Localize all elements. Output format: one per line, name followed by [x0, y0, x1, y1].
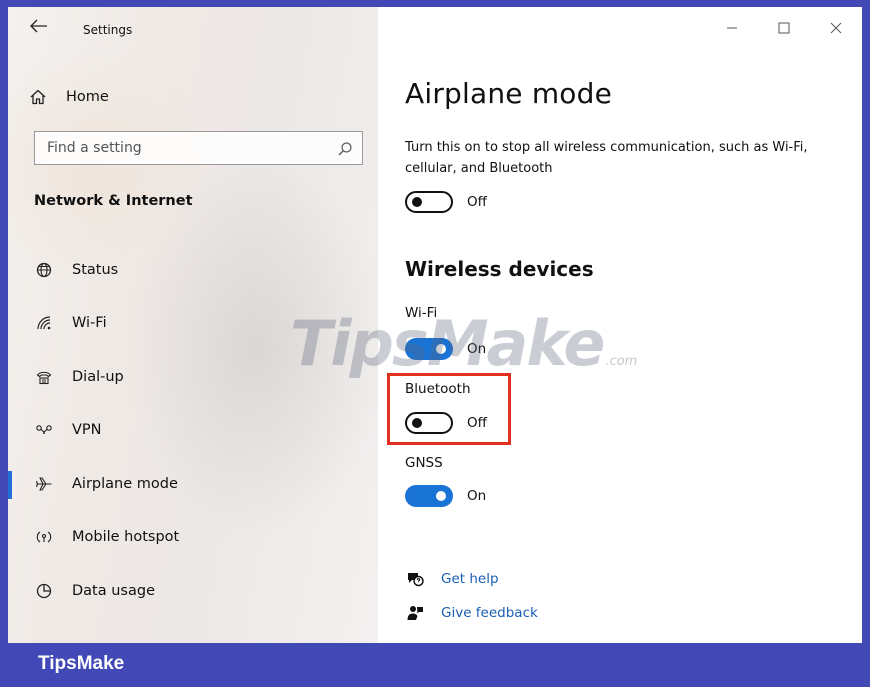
wifi-toggle-row: On — [405, 337, 486, 361]
airplane-mode-toggle[interactable] — [405, 191, 453, 213]
sidebar-item-label: VPN — [72, 422, 102, 439]
toggle-knob — [436, 344, 446, 354]
sidebar-item-label: Mobile hotspot — [72, 529, 180, 546]
sidebar-item-vpn[interactable]: VPN — [8, 404, 378, 458]
get-help-row: Get help — [405, 568, 499, 590]
sidebar-item-wifi[interactable]: Wi-Fi — [8, 297, 378, 351]
give-feedback-row: Give feedback — [405, 602, 538, 624]
sidebar-item-label: Airplane mode — [72, 475, 178, 492]
section-title: Network & Internet — [34, 193, 193, 209]
page-title: Airplane mode — [405, 77, 613, 110]
hotspot-icon — [32, 527, 56, 547]
dialup-icon — [32, 367, 56, 387]
gnss-toggle[interactable] — [405, 485, 453, 507]
gnss-toggle-row: On — [405, 484, 486, 508]
settings-window: Settings Home Network & Internet Status — [8, 7, 862, 643]
close-button[interactable] — [810, 7, 862, 49]
search-input[interactable] — [35, 132, 362, 164]
sidebar: Settings Home Network & Internet Status — [8, 7, 378, 643]
get-help-link[interactable]: Get help — [441, 571, 499, 587]
sidebar-item-mobile-hotspot[interactable]: Mobile hotspot — [8, 511, 378, 565]
app-title: Settings — [83, 23, 133, 37]
toggle-knob — [436, 491, 446, 501]
airplane-mode-state: Off — [467, 194, 487, 210]
airplane-icon — [32, 474, 56, 494]
selected-indicator — [8, 471, 12, 499]
airplane-mode-description: Turn this on to stop all wireless commun… — [405, 140, 808, 176]
airplane-mode-toggle-row: Off — [405, 190, 487, 214]
vpn-icon — [32, 420, 56, 440]
home-icon — [26, 87, 50, 107]
wifi-toggle[interactable] — [405, 338, 453, 360]
globe-icon — [32, 260, 56, 280]
gnss-device-label: GNSS — [405, 455, 443, 471]
footer-banner: TipsMake — [0, 643, 870, 687]
main-content: Airplane mode Turn this on to stop all w… — [378, 7, 862, 643]
wireless-devices-heading: Wireless devices — [405, 257, 594, 281]
sidebar-item-label: Status — [72, 261, 119, 278]
sidebar-item-label: Data usage — [72, 582, 155, 599]
sidebar-nav: Status Wi-Fi Dial-up VPN Airplane mode M… — [8, 243, 378, 618]
title-bar: Settings — [8, 7, 378, 49]
toggle-knob — [412, 197, 422, 207]
bluetooth-highlight-annotation — [387, 373, 511, 445]
help-icon — [405, 569, 425, 589]
wifi-icon — [32, 313, 56, 333]
sidebar-item-label: Home — [66, 89, 109, 105]
wifi-device-label: Wi-Fi — [405, 305, 438, 321]
search-icon[interactable] — [337, 141, 353, 157]
wifi-state: On — [467, 341, 487, 357]
gnss-state: On — [467, 488, 487, 504]
sidebar-item-data-usage[interactable]: Data usage — [8, 564, 378, 618]
feedback-icon — [405, 603, 425, 623]
maximize-button[interactable] — [758, 7, 810, 49]
minimize-button[interactable] — [706, 7, 758, 49]
sidebar-item-home[interactable]: Home — [26, 83, 356, 111]
search-field[interactable] — [34, 131, 363, 165]
give-feedback-link[interactable]: Give feedback — [441, 605, 538, 621]
sidebar-item-airplane-mode[interactable]: Airplane mode — [8, 457, 378, 511]
sidebar-item-label: Dial-up — [72, 368, 124, 385]
footer-brand: TipsMake — [38, 653, 125, 674]
window-controls — [706, 7, 862, 49]
data-usage-icon — [32, 581, 56, 601]
sidebar-item-dialup[interactable]: Dial-up — [8, 350, 378, 404]
sidebar-item-status[interactable]: Status — [8, 243, 378, 297]
sidebar-item-label: Wi-Fi — [72, 315, 107, 332]
back-arrow-icon[interactable] — [30, 19, 50, 37]
